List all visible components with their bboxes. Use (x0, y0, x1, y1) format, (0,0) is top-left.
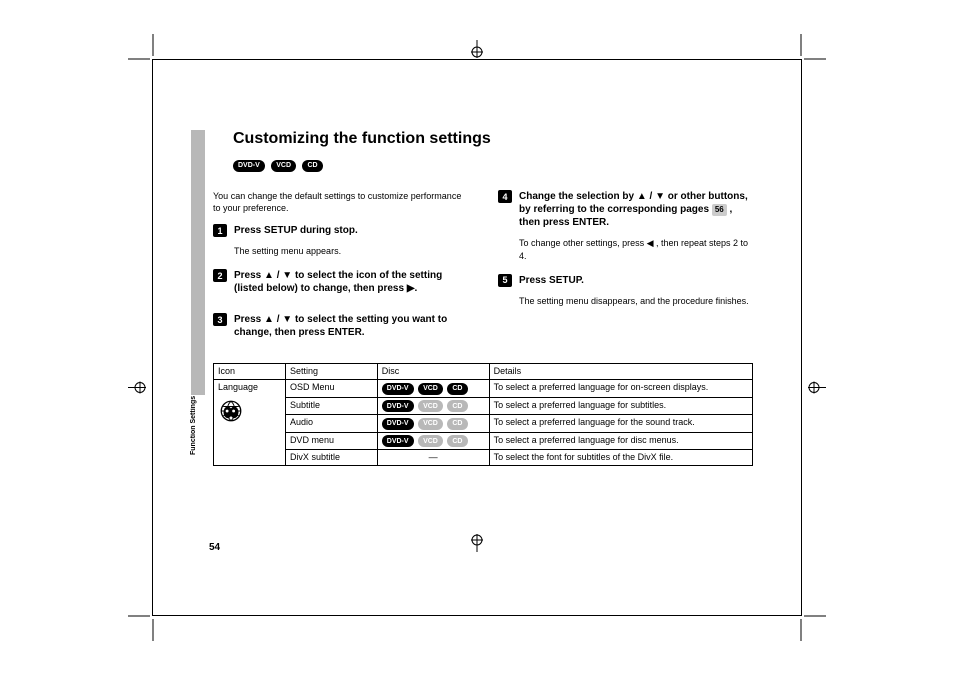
arrow-down-icon: ▼ (282, 270, 292, 281)
arrow-up-icon: ▲ (264, 270, 274, 281)
step-1: 1 Press SETUP during stop. (213, 224, 468, 237)
step-2: 2 Press ▲ / ▼ to select the icon of the … (213, 269, 468, 295)
step-text: Press ▲ / ▼ to select the icon of the se… (234, 269, 468, 295)
left-column: You can change the default settings to c… (213, 190, 468, 347)
details-cell: To select a preferred language for disc … (489, 432, 752, 450)
arrow-right-icon: ▶ (407, 283, 415, 294)
arrow-down-icon: ▼ (282, 314, 292, 325)
setting-cell: DVD menu (285, 432, 377, 450)
settings-table: Icon Setting Disc Details Language OSD M… (213, 363, 753, 466)
badge-dvd-v: DVD-V (382, 383, 414, 395)
th-setting: Setting (285, 364, 377, 380)
step-number-icon: 4 (498, 190, 512, 203)
step-number-icon: 1 (213, 224, 227, 237)
badge-vcd-disabled: VCD (418, 418, 443, 430)
intro-text: You can change the default settings to c… (213, 190, 463, 214)
step-4: 4 Change the selection by ▲ / ▼ or other… (498, 190, 753, 229)
badge-vcd-disabled: VCD (418, 400, 443, 412)
arrow-up-icon: ▲ (637, 191, 647, 202)
th-details: Details (489, 364, 752, 380)
setting-cell: OSD Menu (285, 380, 377, 398)
badge-cd-disabled: CD (447, 418, 467, 430)
disc-cell: DVD-V VCD CD (377, 415, 489, 433)
table-row: Language OSD Menu DVD-V VCD CD To select… (214, 380, 753, 398)
th-disc: Disc (377, 364, 489, 380)
step-3: 3 Press ▲ / ▼ to select the setting you … (213, 313, 468, 339)
badge-vcd: VCD (418, 383, 443, 395)
details-cell: To select a preferred language for the s… (489, 415, 752, 433)
page-title: Customizing the function settings (233, 130, 756, 148)
step-number-icon: 5 (498, 274, 512, 287)
badge-dvd-v: DVD-V (233, 160, 265, 172)
step-text: Change the selection by ▲ / ▼ or other b… (519, 190, 753, 229)
step-5: 5 Press SETUP. (498, 274, 753, 287)
details-cell: To select a preferred language for subti… (489, 397, 752, 415)
section-indicator-bar (191, 130, 205, 395)
step-number-icon: 3 (213, 313, 227, 326)
disc-badges: DVD-V VCD CD (233, 154, 756, 172)
badge-dvd-v: DVD-V (382, 435, 414, 447)
table-row: DivX subtitle — To select the font for s… (214, 450, 753, 466)
badge-vcd: VCD (271, 160, 296, 172)
arrow-up-icon: ▲ (264, 314, 274, 325)
arrow-left-icon: ◀ (647, 238, 654, 248)
badge-vcd-disabled: VCD (418, 435, 443, 447)
details-cell: To select a preferred language for on-sc… (489, 380, 752, 398)
badge-cd: CD (302, 160, 322, 172)
setting-cell: Audio (285, 415, 377, 433)
th-icon: Icon (214, 364, 286, 380)
disc-cell: DVD-V VCD CD (377, 380, 489, 398)
page-number: 54 (209, 542, 220, 553)
arrow-down-icon: ▼ (655, 191, 665, 202)
badge-dvd-v: DVD-V (382, 400, 414, 412)
disc-cell: DVD-V VCD CD (377, 397, 489, 415)
step-subtext: The setting menu disappears, and the pro… (519, 295, 753, 307)
registration-mark-left (128, 380, 146, 401)
table-header-row: Icon Setting Disc Details (214, 364, 753, 380)
disc-cell: — (377, 450, 489, 466)
table-row: Subtitle DVD-V VCD CD To select a prefer… (214, 397, 753, 415)
details-cell: To select the font for subtitles of the … (489, 450, 752, 466)
registration-mark-right (808, 380, 826, 401)
badge-cd-disabled: CD (447, 435, 467, 447)
language-globe-icon (218, 398, 244, 424)
icon-cell: Language (214, 380, 286, 466)
table-row: DVD menu DVD-V VCD CD To select a prefer… (214, 432, 753, 450)
right-column: 4 Change the selection by ▲ / ▼ or other… (498, 190, 753, 347)
badge-cd: CD (447, 383, 467, 395)
page-reference: 56 (712, 204, 727, 216)
step-subtext: To change other settings, press ◀ , then… (519, 237, 753, 261)
section-label: Function Settings (190, 396, 205, 516)
step-subtext: The setting menu appears. (234, 245, 468, 257)
step-number-icon: 2 (213, 269, 227, 282)
disc-cell: DVD-V VCD CD (377, 432, 489, 450)
step-text: Press ▲ / ▼ to select the setting you wa… (234, 313, 468, 339)
table-row: Audio DVD-V VCD CD To select a preferred… (214, 415, 753, 433)
setting-cell: Subtitle (285, 397, 377, 415)
setting-cell: DivX subtitle (285, 450, 377, 466)
page-content: Customizing the function settings DVD-V … (213, 130, 756, 545)
badge-cd-disabled: CD (447, 400, 467, 412)
step-text: Press SETUP during stop. (234, 224, 358, 237)
step-text: Press SETUP. (519, 274, 584, 287)
badge-dvd-v: DVD-V (382, 418, 414, 430)
